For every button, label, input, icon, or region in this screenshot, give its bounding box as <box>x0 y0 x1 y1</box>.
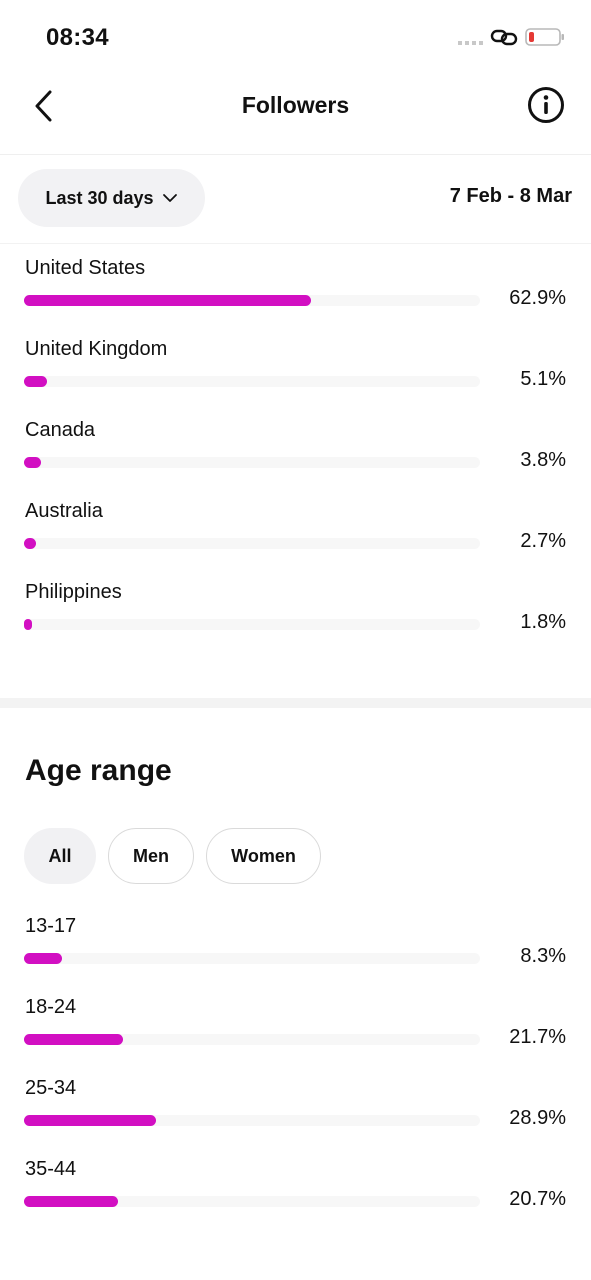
bar-fill <box>24 295 311 306</box>
percent-value: 62.9% <box>509 287 566 309</box>
percent-value: 20.7% <box>509 1188 566 1210</box>
filter-row: Last 30 days 7 Feb - 8 Mar <box>0 155 591 244</box>
bar-fill <box>24 619 33 630</box>
signal-icon <box>458 41 484 45</box>
status-bar: 08:34 <box>0 0 591 70</box>
percent-value: 1.8% <box>520 611 566 633</box>
percent-value: 21.7% <box>509 1026 566 1048</box>
country-label: Australia <box>25 500 103 522</box>
bar-fill <box>24 1034 123 1045</box>
chevron-down-icon <box>162 194 177 202</box>
list-item: 25-34 28.9% <box>0 1063 591 1144</box>
status-time: 08:34 <box>46 24 109 51</box>
bar-track <box>24 1034 480 1045</box>
link-icon <box>490 29 518 46</box>
percent-value: 2.7% <box>520 530 566 552</box>
list-item: United States 62.9% <box>0 243 591 324</box>
bar-track <box>24 376 480 387</box>
battery-icon <box>525 28 564 46</box>
age-label: 18-24 <box>25 996 77 1018</box>
list-item: Canada 3.8% <box>0 405 591 486</box>
list-item: United Kingdom 5.1% <box>0 324 591 405</box>
bar-track <box>24 1115 480 1126</box>
country-list: United States 62.9% United Kingdom 5.1% … <box>0 243 591 648</box>
period-label: Last 30 days <box>45 187 154 208</box>
country-label: United States <box>25 257 146 279</box>
percent-value: 3.8% <box>520 449 566 471</box>
page-title: Followers <box>241 92 350 118</box>
age-label: 35-44 <box>25 1158 77 1180</box>
age-list: 13-17 8.3% 18-24 21.7% 25-34 28.9% 35-44… <box>0 901 591 1225</box>
list-item: Australia 2.7% <box>0 486 591 567</box>
age-range-title: Age range <box>25 754 172 787</box>
age-label: 13-17 <box>25 915 77 937</box>
list-item: 13-17 8.3% <box>0 901 591 982</box>
bar-track <box>24 295 480 306</box>
header: Followers <box>0 70 591 155</box>
percent-value: 5.1% <box>520 368 566 390</box>
bar-fill <box>24 457 42 468</box>
percent-value: 28.9% <box>509 1107 566 1129</box>
list-item: Philippines 1.8% <box>0 567 591 648</box>
bar-track <box>24 538 480 549</box>
bar-track <box>24 953 480 964</box>
bar-fill <box>24 538 37 549</box>
section-divider <box>0 698 591 708</box>
country-label: Philippines <box>25 581 122 603</box>
bar-track <box>24 1196 480 1207</box>
bar-fill <box>24 953 62 964</box>
bar-fill <box>24 1196 119 1207</box>
bar-track <box>24 619 480 630</box>
tab-men[interactable]: Men <box>108 828 194 884</box>
age-label: 25-34 <box>25 1077 77 1099</box>
info-icon <box>528 87 564 123</box>
info-button[interactable] <box>526 85 566 125</box>
country-label: United Kingdom <box>25 338 168 360</box>
list-item: 18-24 21.7% <box>0 982 591 1063</box>
bar-track <box>24 457 480 468</box>
bar-fill <box>24 1115 156 1126</box>
tab-all[interactable]: All <box>24 828 96 884</box>
list-item: 35-44 20.7% <box>0 1144 591 1225</box>
period-dropdown[interactable]: Last 30 days <box>18 169 205 227</box>
date-range: 7 Feb - 8 Mar <box>449 185 572 207</box>
percent-value: 8.3% <box>520 945 566 967</box>
tab-women[interactable]: Women <box>206 828 321 884</box>
country-label: Canada <box>25 419 96 441</box>
bar-fill <box>24 376 48 387</box>
